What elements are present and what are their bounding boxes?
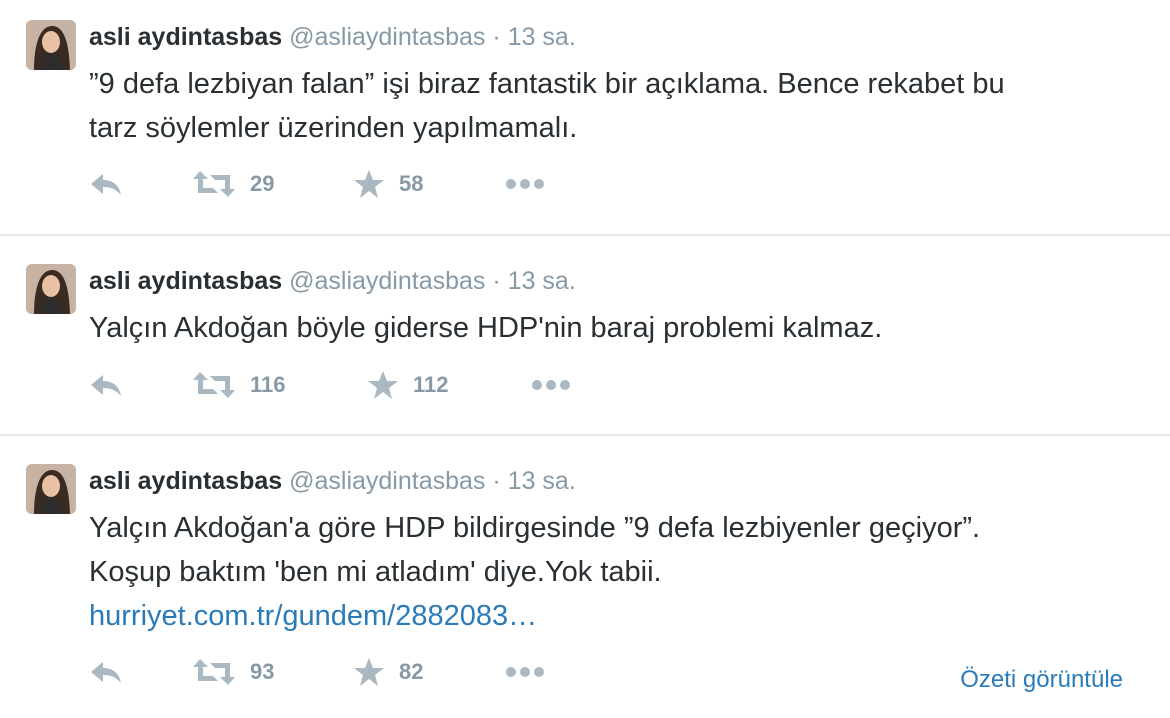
timestamp[interactable]: 13 sa. [508, 267, 576, 295]
tweet-text-line: Yalçın Akdoğan böyle giderse HDP'nin bar… [89, 312, 883, 344]
more-button[interactable] [531, 365, 571, 405]
tweet-actions: 116 112 [89, 365, 1149, 405]
avatar[interactable] [26, 264, 76, 314]
tweet-actions: 93 82 Özeti görüntüle [89, 652, 1149, 694]
favorite-count: 58 [399, 171, 424, 196]
star-icon [368, 371, 398, 399]
more-button[interactable] [505, 652, 545, 692]
reply-icon [91, 662, 121, 683]
retweet-count: 116 [250, 372, 286, 397]
reply-button[interactable] [89, 365, 123, 405]
tweet-actions: 29 58 [89, 164, 1149, 204]
reply-button[interactable] [89, 164, 123, 204]
more-button[interactable] [505, 164, 545, 204]
retweet-icon [193, 171, 235, 197]
tweet-header: asli aydintasbas @asliaydintasbas · 13 s… [89, 266, 576, 296]
separator: · [492, 467, 501, 495]
reply-button[interactable] [89, 652, 123, 692]
tweet-text: Yalçın Akdoğan böyle giderse HDP'nin bar… [89, 306, 1129, 350]
display-name[interactable]: asli aydintasbas [89, 267, 282, 295]
retweet-button[interactable]: 116 [192, 365, 286, 405]
tweet-text-line: Yalçın Akdoğan'a göre HDP bildirgesinde … [89, 512, 981, 544]
user-handle[interactable]: @asliaydintasbas [289, 23, 485, 51]
tweet: asli aydintasbas @asliaydintasbas · 13 s… [0, 435, 1170, 718]
tweet-text: Yalçın Akdoğan'a göre HDP bildirgesinde … [89, 506, 1129, 638]
more-icon [506, 667, 544, 677]
display-name[interactable]: asli aydintasbas [89, 467, 282, 495]
avatar[interactable] [26, 20, 76, 70]
retweet-button[interactable]: 93 [192, 652, 274, 692]
tweet: asli aydintasbas @asliaydintasbas · 13 s… [0, 0, 1170, 235]
star-icon [354, 170, 384, 198]
tweet-text-line: tarz söylemler üzerinden yapılmamalı. [89, 112, 578, 144]
more-icon [506, 179, 544, 189]
retweet-count: 93 [250, 659, 275, 684]
user-handle[interactable]: @asliaydintasbas [289, 467, 485, 495]
reply-icon [91, 375, 121, 396]
tweet-text-line: Koşup baktım 'ben mi atladım' diye.Yok t… [89, 556, 662, 588]
favorite-count: 82 [399, 659, 424, 684]
separator: · [492, 267, 501, 295]
tweet-text-line: ”9 defa lezbiyan falan” işi biraz fantas… [89, 68, 1005, 100]
timestamp[interactable]: 13 sa. [508, 23, 576, 51]
retweet-icon [193, 372, 235, 398]
timestamp[interactable]: 13 sa. [508, 467, 576, 495]
tweet: asli aydintasbas @asliaydintasbas · 13 s… [0, 236, 1170, 434]
retweet-button[interactable]: 29 [192, 164, 274, 204]
display-name[interactable]: asli aydintasbas [89, 23, 282, 51]
retweet-icon [193, 659, 235, 685]
tweet-header: asli aydintasbas @asliaydintasbas · 13 s… [89, 466, 576, 496]
more-icon [532, 380, 570, 390]
tweet-text: ”9 defa lezbiyan falan” işi biraz fantas… [89, 62, 1129, 150]
separator: · [492, 23, 501, 51]
favorite-count: 112 [413, 372, 449, 397]
tweet-link[interactable]: hurriyet.com.tr/gundem/2882083… [89, 600, 537, 632]
user-handle[interactable]: @asliaydintasbas [289, 267, 485, 295]
avatar[interactable] [26, 464, 76, 514]
tweet-header: asli aydintasbas @asliaydintasbas · 13 s… [89, 22, 576, 52]
favorite-button[interactable]: 112 [367, 365, 449, 405]
reply-icon [91, 174, 121, 195]
favorite-button[interactable]: 82 [353, 652, 423, 692]
retweet-count: 29 [250, 171, 275, 196]
favorite-button[interactable]: 58 [353, 164, 423, 204]
star-icon [354, 658, 384, 686]
view-summary-link[interactable]: Özeti görüntüle [960, 666, 1123, 694]
